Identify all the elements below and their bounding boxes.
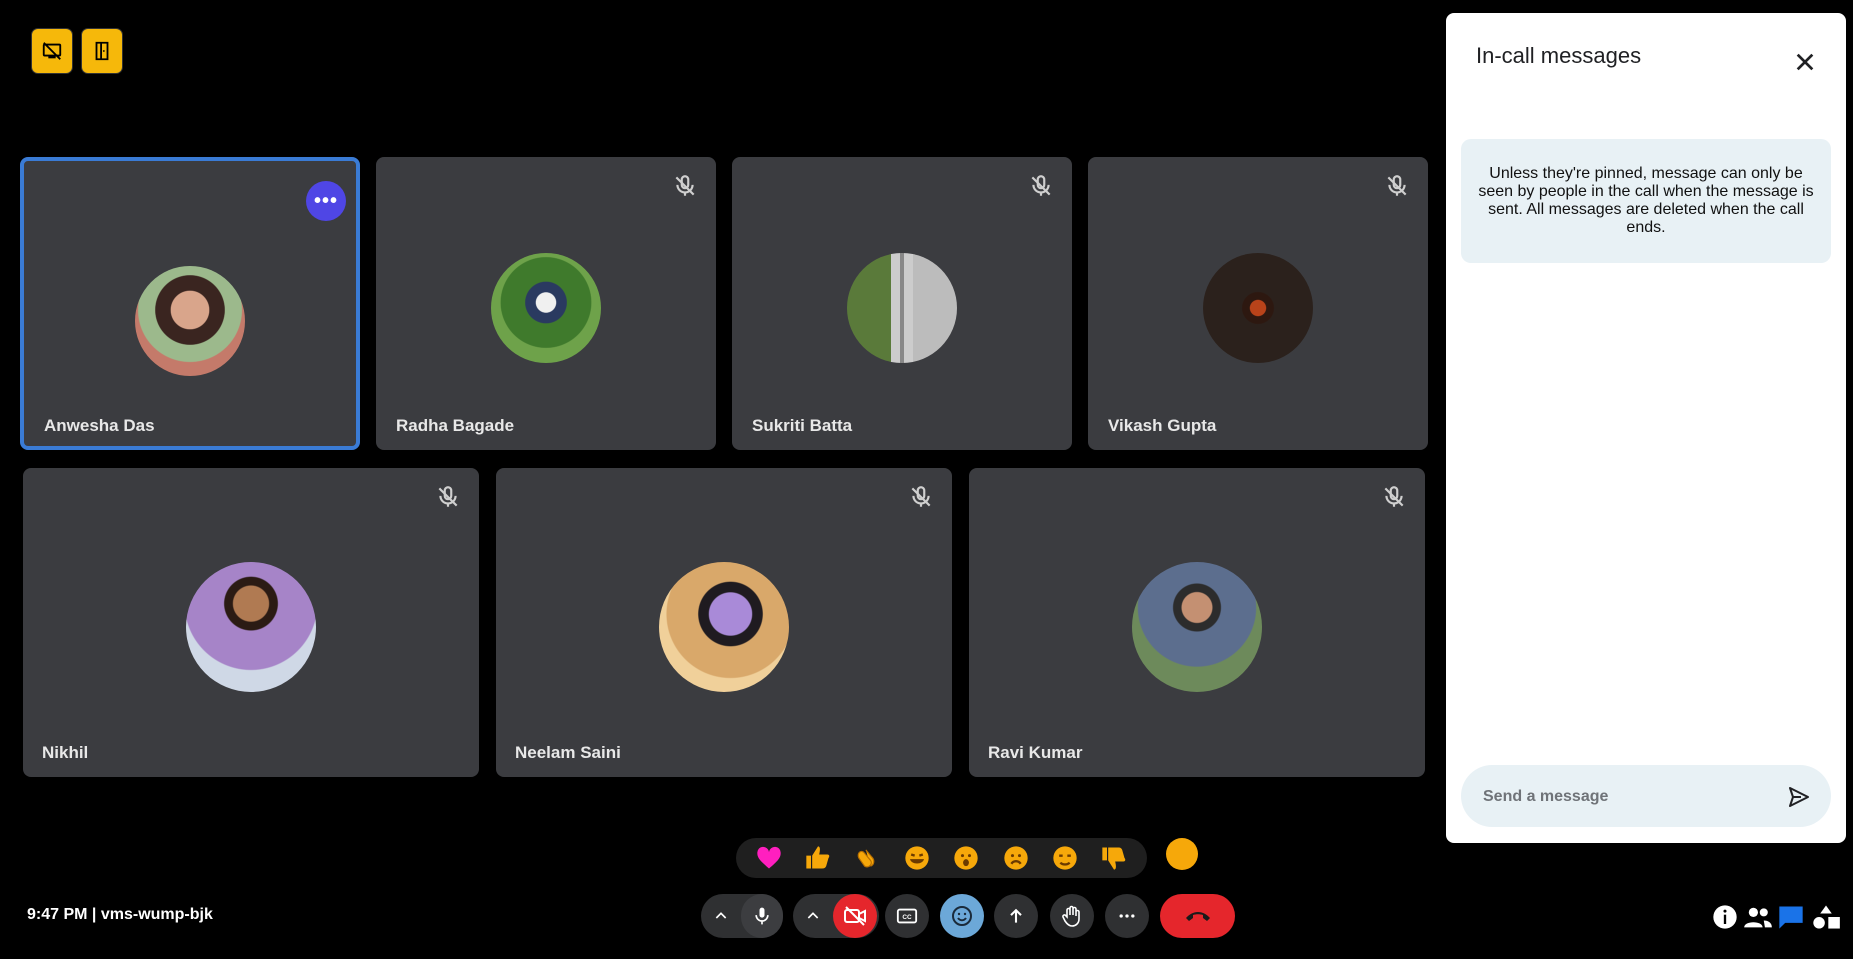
more-options-icon	[1119, 914, 1135, 918]
mic-control-group	[701, 894, 783, 938]
status-dot	[1166, 838, 1198, 870]
raise-hand-icon	[1062, 905, 1080, 927]
end-call-icon	[1185, 912, 1210, 921]
chat-icon[interactable]	[1777, 903, 1805, 931]
present-button[interactable]	[994, 894, 1038, 938]
avatar	[1203, 253, 1313, 363]
mic-options-button[interactable]	[701, 894, 741, 938]
raise-hand-button[interactable]	[1050, 894, 1094, 938]
mic-icon	[755, 907, 769, 925]
avatar	[135, 266, 245, 376]
reactions-bar	[736, 838, 1147, 878]
people-icon[interactable]	[1743, 903, 1773, 931]
message-input[interactable]	[1481, 783, 1765, 811]
closed-captions-icon: CC	[896, 908, 918, 924]
clapping-hands-icon[interactable]	[852, 843, 882, 873]
chevron-up-icon	[807, 912, 819, 919]
thumbs-down-icon[interactable]	[1099, 843, 1129, 873]
avatar	[1132, 562, 1262, 692]
activities-icon[interactable]	[1811, 903, 1841, 931]
mic-off-icon	[911, 486, 931, 507]
present-icon	[1010, 908, 1022, 923]
participant-tile[interactable]: Vikash Gupta	[1088, 157, 1428, 450]
end-call-button[interactable]	[1160, 894, 1235, 938]
chat-notice: Unless they're pinned, message can only …	[1461, 139, 1831, 263]
meeting-info: 9:47 PM | vms-wump-bjk	[27, 906, 213, 923]
avatar	[847, 253, 957, 363]
participant-name: Radha Bagade	[396, 416, 515, 435]
participant-tile[interactable]: Sukriti Batta	[732, 157, 1072, 450]
mic-off-icon	[1031, 175, 1051, 196]
camera-off-icon	[844, 906, 866, 926]
avatar	[186, 562, 316, 692]
leave-room-button[interactable]	[82, 29, 122, 73]
camera-button[interactable]	[833, 894, 877, 938]
thumbs-up-icon[interactable]	[803, 843, 833, 873]
participant-tile[interactable]: Neelam Saini	[496, 468, 952, 777]
participant-name: Nikhil	[42, 743, 89, 762]
more-options-button[interactable]	[1105, 894, 1149, 938]
participant-name: Ravi Kumar	[988, 743, 1083, 762]
participant-tile[interactable]: ••• Anwesha Das	[20, 157, 360, 450]
svg-text:CC: CC	[902, 914, 912, 921]
screen-share-off-button[interactable]	[32, 29, 72, 73]
screen-off-icon	[42, 42, 62, 60]
mic-off-icon	[1384, 486, 1404, 507]
avatar	[659, 562, 789, 692]
camera-control-group	[793, 894, 879, 938]
mic-off-icon	[438, 486, 458, 507]
emoji-button[interactable]	[940, 894, 984, 938]
heart-icon[interactable]	[754, 843, 784, 873]
participant-name: Sukriti Batta	[752, 416, 853, 435]
surprised-face-icon[interactable]	[951, 843, 981, 873]
close-icon[interactable]	[1794, 51, 1816, 73]
participant-tile[interactable]: Nikhil	[23, 468, 479, 777]
mic-off-icon	[675, 175, 695, 196]
emoji-icon	[952, 906, 972, 926]
participant-tile[interactable]: Radha Bagade	[376, 157, 716, 450]
avatar	[491, 253, 601, 363]
laughing-face-icon[interactable]	[902, 843, 932, 873]
door-exit-icon	[95, 41, 109, 61]
info-icon[interactable]	[1711, 903, 1739, 931]
mic-button[interactable]	[741, 894, 783, 938]
chat-panel: In-call messages Unless they're pinned, …	[1446, 13, 1846, 843]
participant-tile[interactable]: Ravi Kumar	[969, 468, 1425, 777]
message-input-container	[1461, 765, 1831, 827]
camera-options-button[interactable]	[793, 894, 833, 938]
more-options-icon[interactable]: •••	[306, 181, 346, 221]
chevron-up-icon	[715, 912, 727, 919]
participant-name: Anwesha Das	[44, 416, 155, 435]
participant-name: Neelam Saini	[515, 743, 621, 762]
participant-name: Vikash Gupta	[1108, 416, 1217, 435]
thinking-face-icon[interactable]	[1050, 843, 1080, 873]
panel-title: In-call messages	[1476, 43, 1642, 68]
mic-off-icon	[1387, 175, 1407, 196]
captions-button[interactable]: CC	[885, 894, 929, 938]
send-icon[interactable]	[1787, 785, 1811, 809]
sad-face-icon[interactable]	[1001, 843, 1031, 873]
